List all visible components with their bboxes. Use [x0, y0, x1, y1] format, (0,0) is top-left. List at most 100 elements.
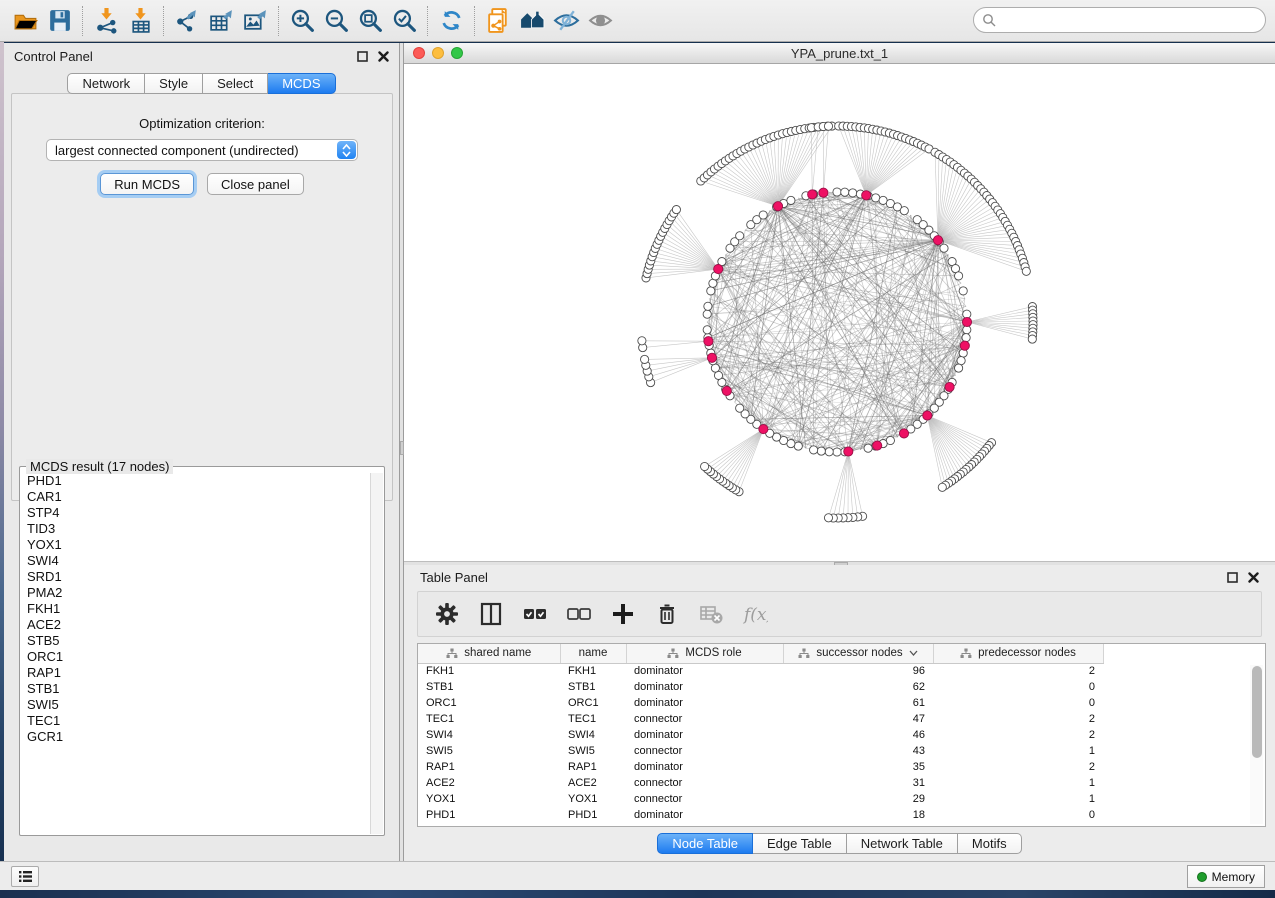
table-cell[interactable]: 0 — [933, 695, 1103, 711]
satellite-node[interactable] — [672, 206, 680, 214]
satellite-node[interactable] — [938, 483, 946, 491]
search-box[interactable] — [973, 7, 1266, 33]
table-cell[interactable]: TEC1 — [418, 711, 560, 727]
table-cell[interactable]: STB1 — [560, 679, 626, 695]
ring-node[interactable] — [817, 447, 825, 455]
satellite-node[interactable] — [1022, 267, 1030, 275]
satellite-node[interactable] — [824, 514, 832, 522]
table-cell[interactable]: 1 — [933, 743, 1103, 759]
table-cell[interactable]: dominator — [626, 679, 783, 695]
ring-node[interactable] — [864, 444, 872, 452]
column-header-successor-nodes[interactable]: successor nodes — [783, 644, 933, 663]
table-cell[interactable]: YOX1 — [418, 791, 560, 807]
mcds-hub-node[interactable] — [819, 188, 828, 197]
satellite-node[interactable] — [638, 337, 646, 345]
result-node-stp4[interactable]: STP4 — [27, 505, 370, 521]
settings-gear-button[interactable] — [432, 599, 462, 629]
table-cell[interactable]: TEC1 — [560, 711, 626, 727]
refresh-button[interactable] — [434, 4, 468, 38]
ring-node[interactable] — [955, 272, 963, 280]
satellite-node[interactable] — [824, 122, 832, 130]
table-cell[interactable]: 0 — [933, 807, 1103, 823]
ring-node[interactable] — [703, 310, 711, 318]
mcds-hub-node[interactable] — [923, 411, 932, 420]
table-cell[interactable]: RAP1 — [560, 759, 626, 775]
import-network-button[interactable] — [89, 4, 123, 38]
ring-node[interactable] — [955, 364, 963, 372]
mcds-hub-node[interactable] — [873, 441, 882, 450]
table-cell[interactable]: dominator — [626, 663, 783, 679]
tab-motifs[interactable]: Motifs — [958, 833, 1022, 854]
tab-style[interactable]: Style — [145, 73, 203, 94]
table-cell[interactable]: PHD1 — [418, 807, 560, 823]
table-cell[interactable]: STB1 — [418, 679, 560, 695]
table-cell[interactable]: 62 — [783, 679, 933, 695]
table-scrollbar-thumb[interactable] — [1252, 666, 1262, 758]
ring-node[interactable] — [787, 196, 795, 204]
table-cell[interactable]: 46 — [783, 727, 933, 743]
mcds-hub-node[interactable] — [759, 425, 768, 434]
two-houses-button[interactable] — [515, 4, 549, 38]
mcds-hub-node[interactable] — [899, 429, 908, 438]
hide-selected-button[interactable] — [549, 4, 583, 38]
result-node-tid3[interactable]: TID3 — [27, 521, 370, 537]
result-node-stb5[interactable]: STB5 — [27, 633, 370, 649]
table-row[interactable]: STB1STB1dominator620 — [418, 679, 1103, 695]
tab-select[interactable]: Select — [203, 73, 268, 94]
tab-node-table[interactable]: Node Table — [657, 833, 753, 854]
column-header-name[interactable]: name — [560, 644, 626, 663]
table-cell[interactable]: connector — [626, 775, 783, 791]
satellite-node[interactable] — [1028, 335, 1036, 343]
ring-node[interactable] — [759, 211, 767, 219]
tab-edge-table[interactable]: Edge Table — [753, 833, 847, 854]
table-cell[interactable]: dominator — [626, 727, 783, 743]
result-node-yox1[interactable]: YOX1 — [27, 537, 370, 553]
network-view[interactable] — [404, 64, 1275, 561]
table-cell[interactable]: 2 — [933, 663, 1103, 679]
ring-node[interactable] — [810, 446, 818, 454]
import-table-button[interactable] — [123, 4, 157, 38]
ring-node[interactable] — [962, 334, 970, 342]
table-row[interactable]: PHD1PHD1dominator180 — [418, 807, 1103, 823]
mcds-hub-node[interactable] — [808, 190, 817, 199]
table-cell[interactable]: dominator — [626, 807, 783, 823]
satellite-node[interactable] — [641, 355, 649, 363]
table-cell[interactable]: ORC1 — [418, 695, 560, 711]
ring-node[interactable] — [833, 188, 841, 196]
mcds-result-list[interactable]: PHD1CAR1STP4TID3YOX1SWI4SRD1PMA2FKH1ACE2… — [21, 473, 370, 834]
table-cell[interactable]: 47 — [783, 711, 933, 727]
ring-node[interactable] — [704, 302, 712, 310]
table-cell[interactable]: 1 — [933, 775, 1103, 791]
table-cell[interactable]: 1 — [933, 791, 1103, 807]
table-cell[interactable]: 2 — [933, 711, 1103, 727]
ring-node[interactable] — [703, 326, 711, 334]
table-row[interactable]: SWI5SWI5connector431 — [418, 743, 1103, 759]
column-header-predecessor-nodes[interactable]: predecessor nodes — [933, 644, 1103, 663]
table-cell[interactable]: 2 — [933, 759, 1103, 775]
result-node-swi5[interactable]: SWI5 — [27, 697, 370, 713]
table-scrollbar[interactable] — [1250, 665, 1263, 824]
table-cell[interactable]: connector — [626, 743, 783, 759]
export-table-button[interactable] — [204, 4, 238, 38]
tab-mcds[interactable]: MCDS — [268, 73, 335, 94]
table-cell[interactable]: ACE2 — [418, 775, 560, 791]
result-node-srd1[interactable]: SRD1 — [27, 569, 370, 585]
ring-node[interactable] — [959, 287, 967, 295]
mcds-hub-node[interactable] — [773, 202, 782, 211]
close-panel-button[interactable]: Close panel — [207, 173, 304, 195]
result-node-phd1[interactable]: PHD1 — [27, 473, 370, 489]
result-node-pma2[interactable]: PMA2 — [27, 585, 370, 601]
column-header-shared-name[interactable]: shared name — [418, 644, 560, 663]
mcds-hub-node[interactable] — [945, 382, 954, 391]
table-cell[interactable]: 29 — [783, 791, 933, 807]
mcds-hub-node[interactable] — [704, 337, 713, 346]
column-header-MCDS-role[interactable]: MCDS role — [626, 644, 783, 663]
show-eye-button[interactable] — [583, 4, 617, 38]
tab-network[interactable]: Network — [67, 73, 145, 94]
table-row[interactable]: YOX1YOX1connector291 — [418, 791, 1103, 807]
network-graph[interactable] — [404, 64, 1275, 561]
table-cell[interactable]: FKH1 — [418, 663, 560, 679]
table-row[interactable]: FKH1FKH1dominator962 — [418, 663, 1103, 679]
table-row[interactable]: RAP1RAP1dominator352 — [418, 759, 1103, 775]
close-panel-icon[interactable] — [1248, 572, 1259, 583]
